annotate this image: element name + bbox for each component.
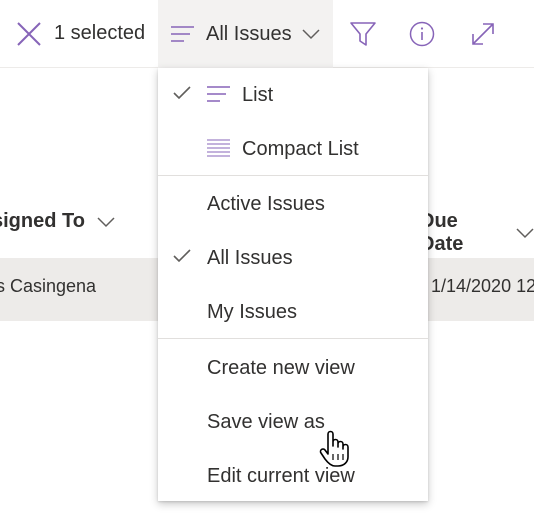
menu-item-label: My Issues (207, 300, 298, 323)
menu-item-compact-list[interactable]: Compact List (158, 122, 428, 176)
menu-item-save-view-as[interactable]: Save view as (158, 395, 428, 449)
column-header-label: Due Date (420, 210, 464, 255)
chevron-down-icon (302, 28, 320, 40)
menu-divider (158, 175, 428, 176)
filter-button[interactable] (348, 0, 378, 68)
view-switcher-label: All Issues (206, 22, 292, 45)
filter-icon[interactable] (348, 19, 378, 49)
compact-list-icon (206, 138, 232, 160)
assigned-to-cell: is Casingena (0, 276, 97, 296)
chevron-down-icon (97, 216, 115, 228)
menu-item-active-issues[interactable]: Active Issues (158, 177, 428, 231)
expand-button[interactable] (469, 0, 497, 68)
view-switcher-button[interactable]: All Issues (158, 0, 333, 68)
expand-icon[interactable] (469, 20, 497, 48)
menu-item-my-issues[interactable]: My Issues (158, 285, 428, 339)
view-dropdown-menu: List Compact List Active Issues All Issu… (158, 68, 428, 501)
selected-count-label: 1 selected (54, 22, 146, 44)
list-view-icon (170, 24, 196, 44)
menu-item-label: All Issues (207, 246, 293, 269)
info-icon[interactable] (408, 20, 436, 48)
menu-item-all-issues[interactable]: All Issues (158, 231, 428, 285)
info-button[interactable] (408, 0, 436, 68)
menu-item-label: Compact List (242, 137, 359, 160)
menu-item-create-new-view[interactable]: Create new view (158, 341, 428, 395)
menu-item-label: Create new view (207, 356, 355, 379)
chevron-down-icon (516, 227, 534, 239)
checkmark-icon (172, 85, 192, 101)
close-selection-button[interactable] (14, 0, 44, 68)
column-header-assigned-to[interactable]: signed To (0, 210, 115, 233)
list-icon (206, 84, 232, 104)
menu-item-label: Save view as (207, 410, 325, 433)
checkmark-icon (172, 248, 192, 264)
close-icon[interactable] (14, 19, 44, 49)
command-bar: 1 selected All Issues (0, 0, 534, 68)
menu-item-label: List (242, 83, 274, 106)
menu-item-list[interactable]: List (158, 68, 428, 122)
column-header-due-date[interactable]: Due Date (420, 210, 534, 256)
menu-item-label: Active Issues (207, 192, 325, 215)
menu-item-edit-current-view[interactable]: Edit current view (158, 449, 428, 503)
menu-divider (158, 338, 428, 339)
due-date-cell: 1/14/2020 12 (431, 276, 534, 296)
hand-pointer-icon (318, 428, 352, 468)
column-header-label: signed To (0, 210, 85, 232)
